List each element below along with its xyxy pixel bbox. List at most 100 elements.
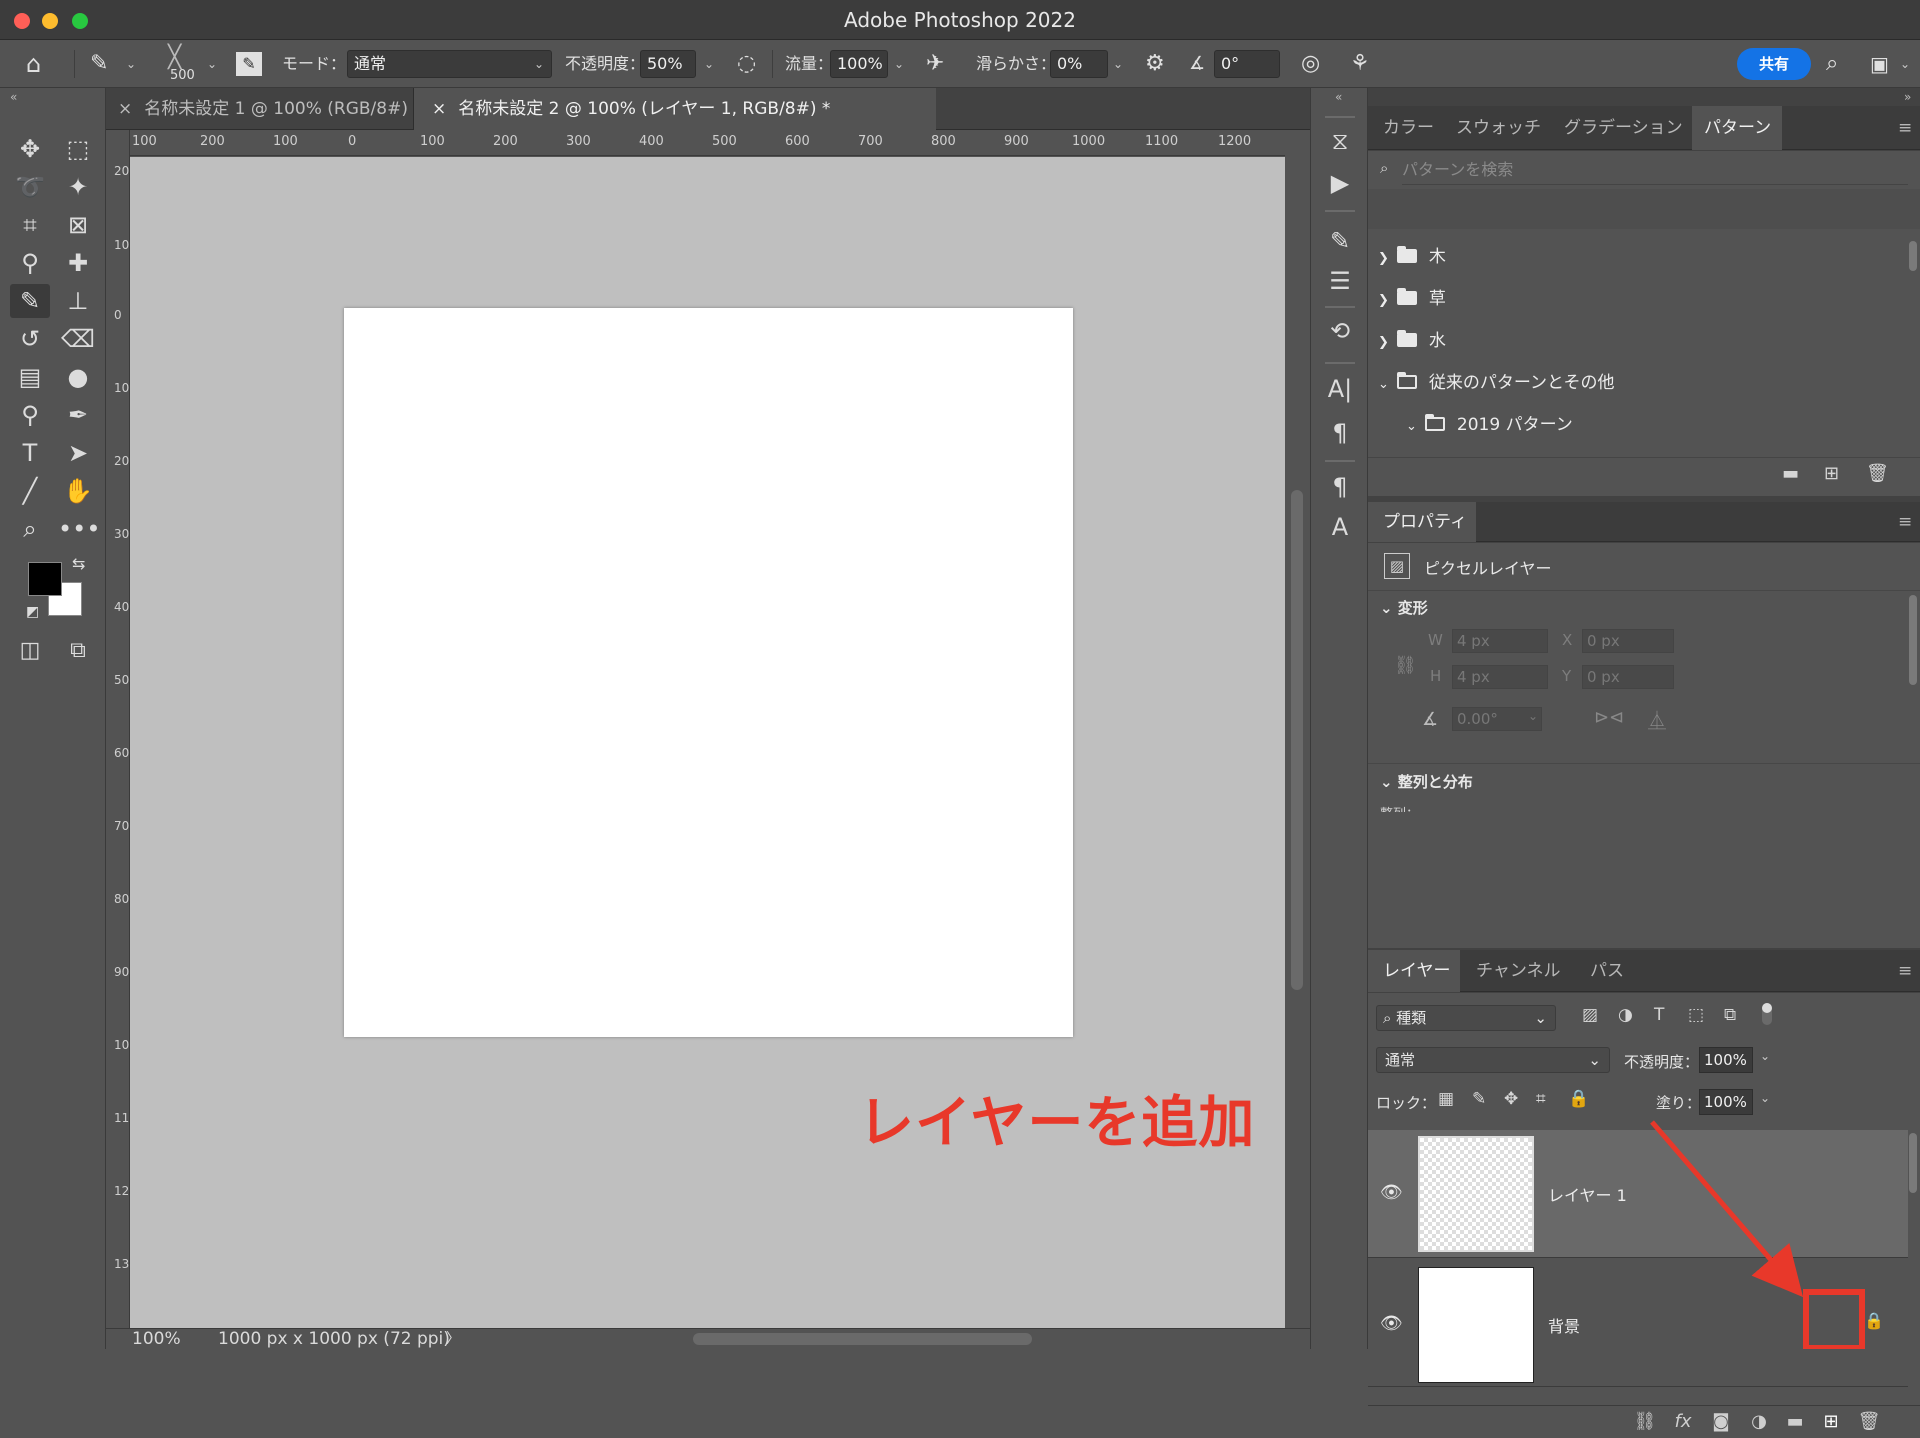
filter-pixel-icon[interactable]: ▨ [1582,1005,1598,1025]
brush-preset-icon[interactable]: ✎ [90,40,108,88]
lock-icon[interactable]: 🔒 [1864,1311,1884,1330]
brush-settings-panel-icon[interactable]: ✎ [1325,226,1355,256]
link-layers-icon[interactable]: ⛓ [1630,1406,1660,1438]
screen-mode-icon[interactable]: ⧉ [58,634,98,668]
zoom-window-button[interactable] [72,13,88,29]
blend-mode-select[interactable]: 通常 ⌄ [1376,1047,1610,1073]
y-input[interactable]: 0 px [1582,665,1674,689]
list-item[interactable]: ❯ 木 [1378,237,1446,277]
quick-mask-icon[interactable]: ◫ [10,634,50,668]
search-icon[interactable]: ⌕ [1826,40,1838,88]
new-group-icon[interactable]: ▬ [1782,463,1799,484]
zoom-level[interactable]: 100% [132,1329,181,1350]
pressure-size-icon[interactable]: ◎ [1301,40,1320,88]
chevron-down-icon[interactable]: ⌄ [1900,40,1910,88]
flip-horizontal-icon[interactable]: ⊳⊲ [1594,707,1624,728]
layer-row-selected[interactable]: 👁 レイヤー 1 [1368,1130,1908,1258]
filter-toggle[interactable] [1762,1003,1772,1025]
x-input[interactable]: 0 px [1582,629,1674,653]
actions-play-icon[interactable]: ▶ [1325,168,1355,198]
character-panel-icon[interactable]: A| [1325,374,1355,404]
marquee-tool-icon[interactable]: ⬚ [58,132,98,166]
angle-input[interactable]: 0° [1214,50,1280,78]
layers-scroll-thumb[interactable] [1909,1133,1917,1193]
fill-input[interactable]: 100% [1699,1089,1753,1115]
pen-tool-icon[interactable]: ✒ [58,398,98,432]
trash-icon[interactable]: 🗑 [1854,1406,1884,1438]
chevron-down-icon[interactable]: ⌄ [1760,1049,1770,1063]
document-tab[interactable]: × 名称未設定 1 @ 100% (RGB/8#) [106,88,414,130]
workspace-icon[interactable]: ▣ [1870,40,1889,88]
document-canvas[interactable] [344,308,1073,1037]
trash-icon[interactable]: 🗑 [1866,463,1889,484]
path-selection-tool-icon[interactable]: ➤ [58,436,98,470]
panel-menu-icon[interactable]: ≡ [1898,106,1912,150]
tab-color[interactable]: カラー [1368,106,1444,150]
character-styles-icon[interactable]: A [1325,512,1355,542]
expand-panels-icon[interactable]: « [1335,90,1342,104]
link-icon[interactable]: ⛓ [1394,655,1417,676]
lock-artboard-icon[interactable]: ⌗ [1536,1089,1546,1109]
brush-tool-icon[interactable]: ✎ [10,284,50,318]
lock-all-icon[interactable]: 🔒 [1568,1089,1589,1109]
healing-brush-tool-icon[interactable]: ✚ [58,246,98,280]
height-input[interactable]: 4 px [1452,665,1548,689]
tab-properties[interactable]: プロパティ [1368,502,1476,542]
history-panel-icon[interactable]: ⧖ [1325,126,1355,156]
align-section-header[interactable]: ⌄ 整列と分布 [1380,771,1473,792]
close-tab-icon[interactable]: × [118,99,132,119]
filter-smart-object-icon[interactable]: ⧉ [1724,1005,1736,1025]
swap-colors-icon[interactable]: ⇆ [72,554,85,573]
add-mask-icon[interactable]: ◙ [1706,1406,1736,1438]
chevron-right-icon[interactable]: ❯ [1378,293,1389,308]
stamp-tool-icon[interactable]: ⊥ [58,284,98,318]
new-layer-icon[interactable]: ⊞ [1816,1406,1846,1438]
document-tab-active[interactable]: × 名称未設定 2 @ 100% (レイヤー 1, RGB/8#) * [414,88,936,130]
tab-channels[interactable]: チャンネル [1468,950,1576,992]
chevron-down-icon[interactable]: ⌄ [126,40,136,88]
gear-icon[interactable]: ⚙ [1145,40,1165,88]
list-item[interactable]: ⌄ 従来のパターンとその他 [1378,363,1615,403]
eye-icon[interactable]: 👁 [1380,1182,1403,1204]
home-icon[interactable]: ⌂ [26,40,41,88]
lock-paint-icon[interactable]: ✎ [1472,1089,1486,1109]
airbrush-icon[interactable]: ✈ [926,40,944,88]
flip-vertical-icon[interactable]: ⏅ [1648,707,1666,733]
tab-layers[interactable]: レイヤー [1368,950,1460,992]
smoothing-dropdown-icon[interactable]: ⌄ [1113,40,1123,88]
type-tool-icon[interactable]: T [10,436,50,470]
magic-wand-tool-icon[interactable]: ✦ [58,170,98,204]
opacity-dropdown-icon[interactable]: ⌄ [704,40,714,88]
frame-tool-icon[interactable]: ⊠ [58,208,98,242]
smoothing-input[interactable]: 0% [1050,50,1108,78]
layer-name[interactable]: レイヤー 1 [1548,1182,1627,1206]
opacity-input[interactable]: 50% [640,50,696,78]
new-group-icon[interactable]: ▬ [1780,1406,1810,1438]
layer-filter-select[interactable]: ⌕ 種類 ⌄ [1376,1005,1556,1031]
width-input[interactable]: 4 px [1452,629,1548,653]
horizontal-scroll-thumb[interactable] [693,1333,1032,1345]
share-button[interactable]: 共有 [1737,48,1811,80]
list-item[interactable]: ⌄ 2019 パターン [1406,405,1573,445]
hand-tool-icon[interactable]: ✋ [58,474,98,508]
more-tools-icon[interactable]: ••• [58,512,100,546]
chevron-right-icon[interactable]: ❯ [1378,251,1389,266]
chevron-down-icon[interactable]: ⌄ [1528,709,1538,723]
tab-gradients[interactable]: グラデーション [1554,106,1688,150]
gradient-tool-icon[interactable]: ▤ [10,360,50,394]
tab-paths[interactable]: パス [1580,950,1640,992]
blur-tool-icon[interactable]: ● [58,360,98,394]
mode-select[interactable]: 通常 [347,50,552,78]
history-brush-tool-icon[interactable]: ↺ [10,322,50,356]
layer-row[interactable]: 👁 背景 🔒 [1368,1259,1908,1387]
chevron-down-icon[interactable]: ⌄ [1406,419,1417,434]
status-menu-arrow-icon[interactable]: 〉 [446,1329,460,1350]
paragraph-styles-icon[interactable]: ¶ [1325,472,1355,502]
chevron-down-icon[interactable]: ⌄ [1760,1091,1770,1105]
filter-adjustment-icon[interactable]: ◑ [1618,1005,1633,1025]
move-tool-icon[interactable]: ✥ [10,132,50,166]
line-tool-icon[interactable]: ╱ [10,474,50,508]
adjustment-layer-icon[interactable]: ◑ [1744,1406,1774,1438]
close-window-button[interactable] [14,13,30,29]
lock-transparent-icon[interactable]: ▦ [1438,1089,1454,1109]
